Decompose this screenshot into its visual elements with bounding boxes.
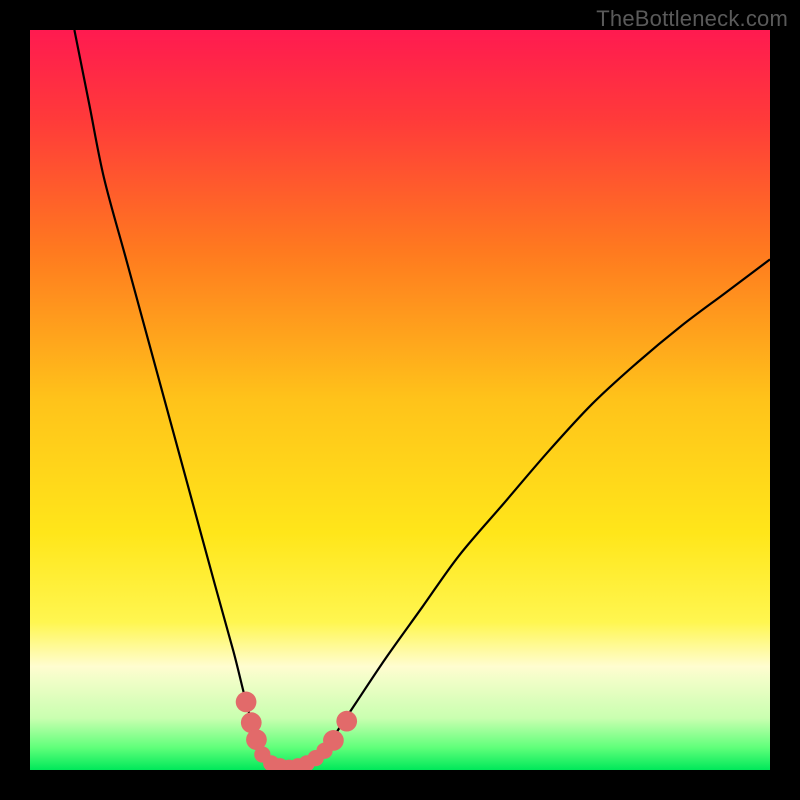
marker-point [336,711,357,732]
chart-svg [30,30,770,770]
marker-point [323,730,344,751]
plot-area [30,30,770,770]
watermark-text: TheBottleneck.com [596,6,788,32]
gradient-background [30,30,770,770]
marker-point [236,692,257,713]
chart-frame: TheBottleneck.com [0,0,800,800]
